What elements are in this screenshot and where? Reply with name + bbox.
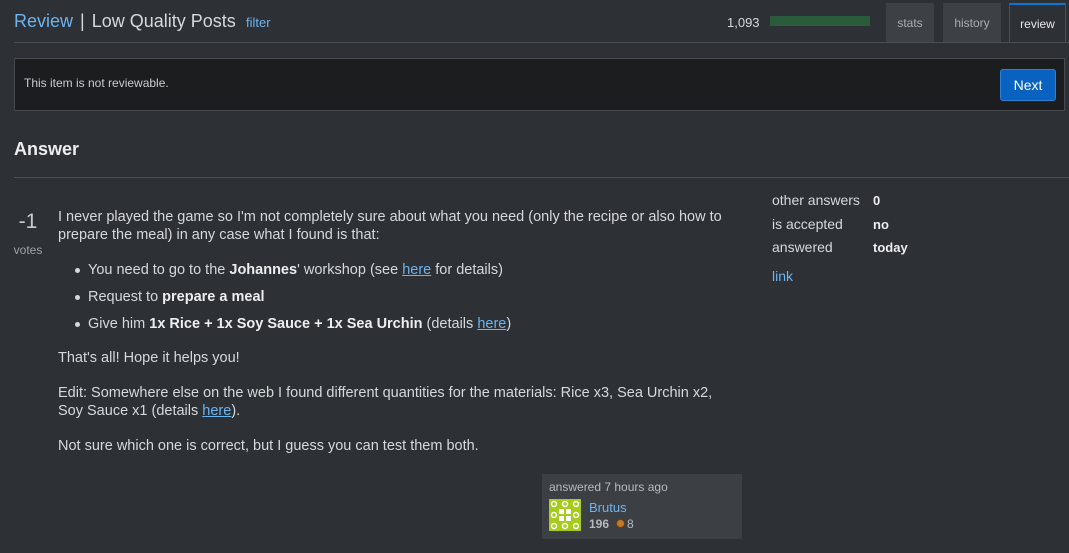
bold-text: Johannes bbox=[229, 262, 298, 278]
page-title: Review | Low Quality Posts bbox=[14, 11, 236, 32]
review-link[interactable]: Review bbox=[14, 11, 73, 31]
notice-message: This item is not reviewable. bbox=[24, 76, 169, 90]
post-paragraph: Not sure which one is correct, but I gue… bbox=[58, 438, 479, 454]
vote-label: votes bbox=[13, 243, 43, 257]
text: ). bbox=[231, 403, 241, 419]
details-link[interactable]: here bbox=[477, 316, 506, 332]
next-button[interactable]: Next bbox=[1000, 69, 1056, 101]
text: ) bbox=[506, 316, 512, 332]
vote-count: -1 bbox=[18, 210, 38, 233]
text: Give him bbox=[88, 316, 150, 332]
tab-stats[interactable]: stats bbox=[886, 3, 934, 42]
info-label: other answers bbox=[772, 192, 860, 208]
details-link[interactable]: here bbox=[202, 403, 231, 419]
tab-history[interactable]: history bbox=[943, 3, 1001, 42]
info-value: 0 bbox=[873, 193, 881, 208]
divider bbox=[14, 177, 1069, 178]
text: (details bbox=[422, 316, 478, 332]
identicon-icon bbox=[549, 499, 581, 531]
details-link[interactable]: here bbox=[402, 262, 431, 278]
text: Edit: Somewhere else on the web I found … bbox=[58, 385, 713, 419]
post-paragraph: That's all! Hope it helps you! bbox=[58, 350, 240, 366]
text: Request to bbox=[88, 289, 163, 305]
bronze-badge-icon bbox=[616, 519, 625, 528]
answer-heading: Answer bbox=[14, 139, 80, 159]
title-separator: | bbox=[80, 11, 85, 31]
user-name-link[interactable]: Brutus bbox=[589, 500, 627, 515]
bold-text: 1x Rice + 1x Soy Sauce + 1x Sea Urchin bbox=[149, 316, 423, 332]
review-progress-bar bbox=[770, 16, 870, 26]
post-paragraph: Edit: Somewhere else on the web I found … bbox=[58, 384, 738, 420]
bold-text: prepare a meal bbox=[162, 289, 265, 305]
post-list: You need to go to the Johannes' workshop… bbox=[75, 261, 738, 333]
list-item: Give him 1x Rice + 1x Soy Sauce + 1x Sea… bbox=[75, 315, 738, 333]
list-item: You need to go to the Johannes' workshop… bbox=[75, 261, 738, 279]
post-intro: I never played the game so I'm not compl… bbox=[58, 209, 722, 243]
answered-time: answered 7 hours ago bbox=[549, 480, 668, 494]
info-label: answered bbox=[772, 239, 833, 255]
info-value: no bbox=[873, 216, 889, 232]
text: You need to go to the bbox=[88, 262, 230, 278]
list-item: Request to prepare a meal bbox=[75, 288, 738, 306]
avatar[interactable] bbox=[549, 499, 581, 531]
queue-name: Low Quality Posts bbox=[91, 11, 236, 31]
post-body: I never played the game so I'm not compl… bbox=[58, 208, 738, 472]
tab-review[interactable]: review bbox=[1009, 3, 1066, 42]
permalink[interactable]: link bbox=[772, 268, 793, 284]
reputation-score: 196 bbox=[589, 517, 610, 531]
bronze-badge-count: 8 bbox=[627, 517, 634, 531]
info-value: today bbox=[873, 240, 908, 255]
review-header: Review | Low Quality Posts filter 1,093 … bbox=[14, 0, 1069, 43]
user-signature: answered 7 hours ago Brutus 196 8 bbox=[542, 474, 742, 539]
text: ' workshop (see bbox=[297, 262, 403, 278]
review-progress-fill bbox=[770, 16, 870, 26]
info-label: is accepted bbox=[772, 215, 843, 232]
text: for details) bbox=[431, 262, 503, 278]
review-count: 1,093 bbox=[727, 15, 760, 30]
filter-link[interactable]: filter bbox=[246, 15, 271, 30]
review-notice: This item is not reviewable. Next bbox=[14, 58, 1065, 111]
